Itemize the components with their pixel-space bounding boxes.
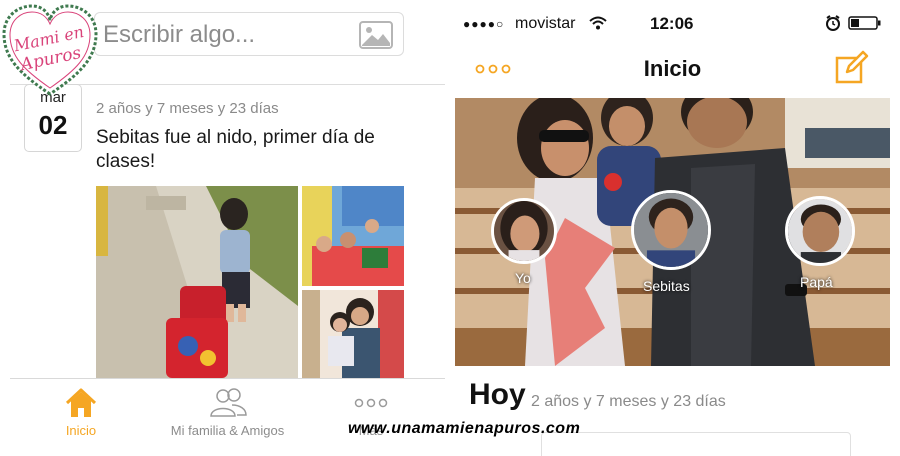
- family-cover-photo: Yo Sebitas Papá: [455, 98, 890, 366]
- post-photo-main[interactable]: [96, 186, 298, 378]
- tab-label: Inicio: [65, 423, 97, 438]
- tab-familia[interactable]: Mi familia & Amigos: [160, 387, 295, 438]
- compose-input[interactable]: Escribir algo...: [94, 12, 404, 56]
- person-avatar-sebitas[interactable]: [631, 190, 711, 270]
- carrier-name: movistar: [515, 15, 576, 32]
- wifi-icon: [589, 16, 607, 30]
- tab-inicio[interactable]: Inicio: [56, 387, 106, 438]
- compose-placeholder: Escribir algo...: [103, 21, 256, 48]
- post-photo-classroom[interactable]: [302, 186, 404, 286]
- alarm-clock-icon: [826, 15, 840, 31]
- child-age: 2 años y 7 meses y 23 días: [531, 393, 726, 410]
- compose-edit-icon[interactable]: [835, 50, 869, 84]
- battery-icon: [848, 16, 881, 30]
- signal-strength: ●●●●○: [463, 17, 505, 31]
- date-day: 02: [38, 110, 68, 140]
- person-label-papa: Papá: [800, 274, 833, 290]
- section-heading-hoy: Hoy: [469, 378, 526, 411]
- home-icon: [65, 388, 97, 417]
- post-photo-mom-child[interactable]: [302, 290, 404, 378]
- person-label-yo: Yo: [515, 270, 531, 286]
- profile-screen: ●●●●○ movistar 12:06 Inicio Yo Sebitas P…: [455, 0, 890, 456]
- website-watermark: www.unamamienapuros.com: [348, 420, 581, 437]
- person-avatar-yo[interactable]: [491, 198, 557, 264]
- people-icon: [209, 388, 247, 417]
- photo-icon[interactable]: [359, 21, 393, 49]
- more-dots-icon: [354, 398, 388, 408]
- tab-bar: Inicio Mi familia & Amigos Más: [10, 378, 445, 456]
- page-title: Inicio: [643, 56, 702, 81]
- status-bar: ●●●●○ movistar 12:06: [455, 0, 890, 44]
- status-time: 12:06: [650, 14, 694, 33]
- navigation-bar: Inicio: [455, 44, 890, 96]
- person-avatar-papa[interactable]: [785, 196, 855, 266]
- post-age: 2 años y 7 meses y 23 días: [96, 100, 279, 117]
- tab-label: Mi familia & Amigos: [170, 423, 285, 438]
- post-text: Sebitas fue al nido, primer día de clase…: [96, 127, 375, 172]
- post-input-stub[interactable]: [541, 432, 851, 456]
- person-label-sebitas: Sebitas: [643, 278, 690, 294]
- mami-en-apuros-logo: Mami en Apuros: [2, 4, 98, 96]
